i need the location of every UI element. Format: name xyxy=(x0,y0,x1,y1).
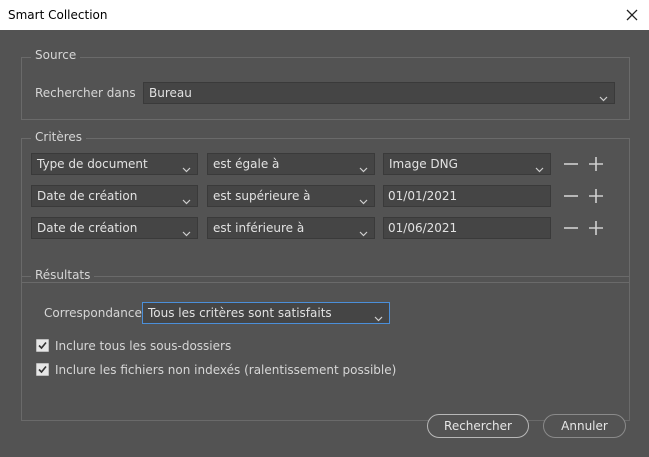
checkmark-icon xyxy=(38,341,47,350)
chevron-down-icon xyxy=(182,160,191,173)
unindexed-checkbox[interactable] xyxy=(36,363,49,376)
chevron-down-icon xyxy=(359,224,368,237)
subfolders-checkbox[interactable] xyxy=(36,339,49,352)
criteria-value-input[interactable]: 01/06/2021 xyxy=(383,217,551,239)
chevron-down-icon xyxy=(535,160,544,173)
checkmark-icon xyxy=(38,365,47,374)
cancel-button[interactable]: Annuler xyxy=(543,414,626,438)
search-in-label: Rechercher dans xyxy=(35,86,136,100)
match-label: Correspondance xyxy=(44,306,142,320)
criteria-field-value: Date de création xyxy=(37,221,138,235)
criteria-field-value: Date de création xyxy=(37,189,138,203)
subfolders-label[interactable]: Inclure tous les sous-dossiers xyxy=(55,339,231,353)
criteria-field-select[interactable]: Date de création xyxy=(31,185,198,207)
plus-icon[interactable] xyxy=(588,220,604,236)
minus-icon[interactable] xyxy=(563,156,579,172)
search-button[interactable]: Rechercher xyxy=(427,414,529,438)
minus-icon[interactable] xyxy=(563,220,579,236)
criteria-legend: Critères xyxy=(31,130,87,144)
criteria-operator-value: est égale à xyxy=(213,157,280,171)
chevron-down-icon xyxy=(182,192,191,205)
criteria-value: Image DNG xyxy=(389,157,458,171)
criteria-value: 01/01/2021 xyxy=(388,189,458,203)
criteria-operator-select[interactable]: est supérieure à xyxy=(207,185,375,207)
criteria-value: 01/06/2021 xyxy=(388,221,458,235)
source-legend: Source xyxy=(31,48,81,62)
search-in-select[interactable]: Bureau xyxy=(143,82,615,104)
criteria-operator-select[interactable]: est égale à xyxy=(207,153,375,175)
close-icon[interactable] xyxy=(621,4,643,26)
chevron-down-icon xyxy=(374,309,383,322)
criteria-operator-select[interactable]: est inférieure à xyxy=(207,217,375,239)
chevron-down-icon xyxy=(359,160,368,173)
criteria-field-value: Type de document xyxy=(37,157,148,171)
match-value: Tous les critères sont satisfaits xyxy=(148,306,332,320)
minus-icon[interactable] xyxy=(563,188,579,204)
criteria-value-input[interactable]: 01/01/2021 xyxy=(383,185,551,207)
results-legend: Résultats xyxy=(31,268,95,282)
title-bar: Smart Collection xyxy=(0,0,649,30)
criteria-field-select[interactable]: Type de document xyxy=(31,153,198,175)
window-title: Smart Collection xyxy=(8,8,108,22)
search-in-value: Bureau xyxy=(149,86,192,100)
criteria-operator-value: est supérieure à xyxy=(213,189,311,203)
plus-icon[interactable] xyxy=(588,156,604,172)
criteria-field-select[interactable]: Date de création xyxy=(31,217,198,239)
criteria-value-select[interactable]: Image DNG xyxy=(383,153,551,175)
unindexed-label[interactable]: Inclure les fichiers non indexés (ralent… xyxy=(55,363,396,377)
match-select[interactable]: Tous les critères sont satisfaits xyxy=(142,302,390,324)
chevron-down-icon xyxy=(599,89,608,102)
chevron-down-icon xyxy=(359,192,368,205)
criteria-operator-value: est inférieure à xyxy=(213,221,305,235)
plus-icon[interactable] xyxy=(588,188,604,204)
dialog-body: Source Rechercher dans Bureau Critères T… xyxy=(0,30,649,457)
chevron-down-icon xyxy=(182,224,191,237)
